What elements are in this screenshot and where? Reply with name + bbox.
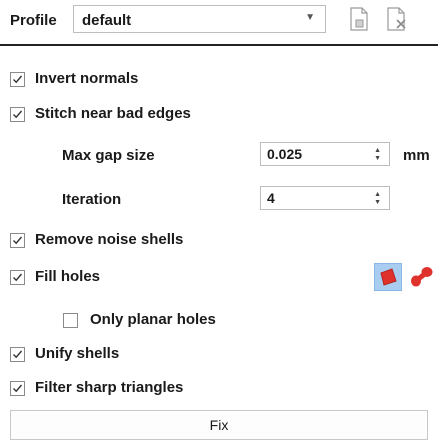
fill-patch-icon: [380, 268, 397, 286]
spin-up-icon[interactable]: ▲: [374, 191, 381, 198]
max-gap-value: 0.025: [267, 146, 303, 162]
filter-sharp-label: Filter sharp triangles: [35, 379, 184, 396]
checkmark-icon: [13, 350, 23, 359]
checkmark-icon: [13, 384, 23, 393]
max-gap-unit: mm: [403, 147, 430, 164]
unify-shells-checkbox[interactable]: [10, 347, 25, 362]
fix-button[interactable]: Fix: [10, 410, 428, 440]
spin-down-icon[interactable]: ▼: [374, 155, 381, 162]
remove-noise-label: Remove noise shells: [35, 231, 184, 248]
only-planar-label: Only planar holes: [90, 311, 216, 328]
invert-normals-label: Invert normals: [35, 70, 139, 87]
max-gap-input[interactable]: 0.025 ▲ ▼: [260, 142, 390, 166]
spin-up-icon[interactable]: ▲: [374, 147, 381, 154]
chevron-down-icon: ▼: [305, 12, 315, 23]
fill-mode-button[interactable]: [374, 263, 402, 291]
bridge-icon: [411, 267, 433, 287]
iteration-input[interactable]: 4 ▲ ▼: [260, 186, 390, 210]
checkmark-icon: [13, 75, 23, 84]
max-gap-label: Max gap size: [62, 147, 155, 164]
stitch-edges-label: Stitch near bad edges: [35, 105, 191, 122]
iteration-label: Iteration: [62, 191, 122, 208]
profile-select[interactable]: default ▼: [73, 5, 326, 33]
checkmark-icon: [13, 273, 23, 282]
unify-shells-label: Unify shells: [35, 345, 120, 362]
fill-holes-checkbox[interactable]: [10, 270, 25, 285]
profile-label: Profile: [10, 12, 57, 29]
checkmark-icon: [13, 236, 23, 245]
checkmark-icon: [13, 110, 23, 119]
spin-down-icon[interactable]: ▼: [374, 199, 381, 206]
iteration-value: 4: [267, 190, 275, 206]
stitch-edges-checkbox[interactable]: [10, 107, 25, 122]
remove-noise-checkbox[interactable]: [10, 233, 25, 248]
save-profile-icon[interactable]: [349, 7, 369, 31]
bridge-mode-button[interactable]: [408, 263, 436, 291]
fill-holes-label: Fill holes: [35, 268, 101, 285]
invert-normals-checkbox[interactable]: [10, 72, 25, 87]
profile-value: default: [82, 12, 132, 29]
separator: [0, 44, 438, 46]
filter-sharp-checkbox[interactable]: [10, 381, 25, 396]
only-planar-checkbox[interactable]: [63, 313, 78, 328]
delete-profile-icon[interactable]: [386, 7, 406, 31]
